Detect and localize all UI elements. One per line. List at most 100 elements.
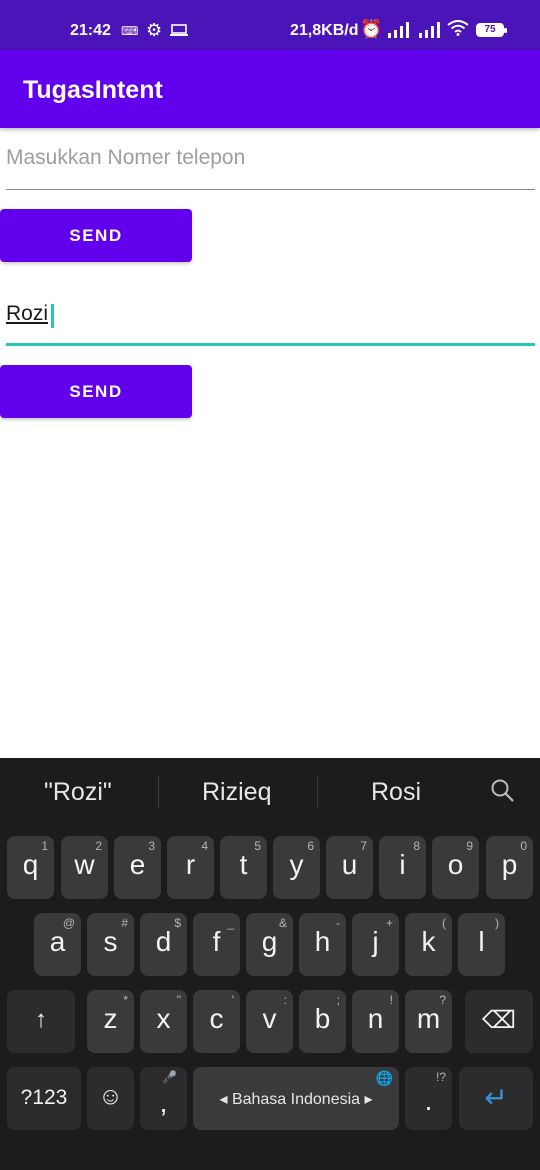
suggestion-2[interactable]: Rizieq <box>202 778 271 807</box>
app-bar: TugasIntent <box>0 50 540 128</box>
key-s[interactable]: # s <box>87 913 134 976</box>
key-label: d <box>155 926 172 957</box>
gear-icon: ⚙ <box>146 20 163 40</box>
key-label: q <box>22 849 39 880</box>
wifi-icon <box>447 20 469 36</box>
backspace-icon: ⌫ <box>482 1007 516 1034</box>
laptop-icon <box>170 24 188 36</box>
status-time: 21:42 <box>70 22 111 39</box>
key-label: f <box>212 926 221 957</box>
name-field[interactable]: Rozi <box>6 296 535 346</box>
key-label: w <box>74 849 95 880</box>
app-title: TugasIntent <box>23 76 163 104</box>
key-j[interactable]: + j <box>352 913 399 976</box>
name-text: Rozi <box>6 302 49 325</box>
screen: 21:42 ⌨ ⚙ 21,8KB/d ⏰ 75 TugasIntent Masu… <box>0 0 540 1170</box>
key-n[interactable]: ! n <box>352 990 399 1053</box>
name-field-value: Rozi <box>6 302 48 326</box>
space-key[interactable]: 🌐 ◂ Bahasa Indonesia ▸ <box>193 1067 399 1130</box>
key-t[interactable]: 5t <box>220 836 267 899</box>
suggestion-strip: "Rozi" Rizieq Rosi <box>0 758 540 826</box>
signal-icon <box>419 22 440 38</box>
key-b[interactable]: ; b <box>299 990 346 1053</box>
key-g[interactable]: & g <box>246 913 293 976</box>
suggestion-divider <box>158 776 159 808</box>
key-z[interactable]: * z <box>87 990 134 1053</box>
key-l[interactable]: ) l <box>458 913 505 976</box>
comma-key[interactable]: 🎤, <box>140 1067 187 1130</box>
suggestion-divider <box>317 776 318 808</box>
key-label: l <box>478 926 485 957</box>
key-label: s <box>103 926 118 957</box>
key-q[interactable]: 1q <box>7 836 54 899</box>
key-h[interactable]: -h <box>299 913 346 976</box>
key-x[interactable]: " x <box>140 990 187 1053</box>
phone-number-field[interactable]: Masukkan Nomer telepon <box>6 140 535 190</box>
shift-key[interactable]: ↑ <box>7 990 75 1053</box>
key-label: r <box>185 849 196 880</box>
send-phone-button[interactable]: SEND <box>0 209 192 262</box>
key-u[interactable]: 7u <box>326 836 373 899</box>
key-f[interactable]: _ f <box>193 913 240 976</box>
key-y[interactable]: 6y <box>273 836 320 899</box>
key-label: b <box>314 1003 331 1034</box>
key-e[interactable]: 3e <box>114 836 161 899</box>
key-label: e <box>129 849 146 880</box>
emoji-icon: ☺ <box>98 1083 123 1110</box>
suggestion-3[interactable]: Rosi <box>371 778 421 807</box>
text-cursor <box>51 304 54 328</box>
symbols-key[interactable]: ?123 <box>7 1067 81 1130</box>
signal-icon <box>388 22 409 38</box>
status-bar: 21:42 ⌨ ⚙ 21,8KB/d ⏰ 75 <box>0 0 540 50</box>
send-name-button[interactable]: SEND <box>0 365 192 418</box>
key-label: i <box>399 849 406 880</box>
key-i[interactable]: 8i <box>379 836 426 899</box>
key-k[interactable]: (k <box>405 913 452 976</box>
key-label: n <box>367 1003 384 1034</box>
space-label: ◂ Bahasa Indonesia ▸ <box>219 1091 373 1108</box>
keyboard-icon: ⌨ <box>121 24 139 38</box>
key-label: m <box>416 1003 441 1034</box>
name-field-underline <box>6 343 535 346</box>
phone-field-underline <box>6 189 535 190</box>
comma-label: , <box>159 1087 168 1118</box>
key-d[interactable]: $ d <box>140 913 187 976</box>
search-icon[interactable] <box>490 778 516 804</box>
emoji-key[interactable]: ☺ <box>87 1067 134 1130</box>
key-label: t <box>239 849 248 880</box>
globe-icon: 🌐 <box>375 1070 393 1086</box>
key-label: z <box>103 1003 118 1034</box>
period-key[interactable]: !?. <box>405 1067 452 1130</box>
shift-icon: ↑ <box>35 1006 47 1033</box>
key-label: a <box>49 926 66 957</box>
network-speed: 21,8KB/d <box>290 22 359 39</box>
key-m[interactable]: ? m <box>405 990 452 1053</box>
language-name: Bahasa Indonesia <box>231 1091 361 1108</box>
phone-number-placeholder: Masukkan Nomer telepon <box>6 146 246 169</box>
key-label: y <box>289 849 304 880</box>
backspace-key[interactable]: ⌫ <box>465 990 533 1053</box>
key-label: x <box>156 1003 171 1034</box>
suggestion-1[interactable]: "Rozi" <box>44 778 112 807</box>
key-r[interactable]: 4r <box>167 836 214 899</box>
alarm-icon: ⏰ <box>360 19 383 39</box>
key-v[interactable]: :v <box>246 990 293 1053</box>
key-label: g <box>261 926 278 957</box>
key-label: h <box>314 926 331 957</box>
key-o[interactable]: 9o <box>432 836 479 899</box>
battery-icon: 75 <box>476 23 507 37</box>
period-hint: !? <box>435 1070 446 1084</box>
enter-key[interactable]: ↵ <box>459 1067 533 1130</box>
symbols-label: ?123 <box>20 1086 68 1109</box>
key-label: v <box>262 1003 277 1034</box>
key-w[interactable]: 2w <box>61 836 108 899</box>
soft-keyboard: "Rozi" Rizieq Rosi 1q 2w 3e 4r 5t 6y 7u … <box>0 758 540 1170</box>
key-label: u <box>341 849 358 880</box>
period-label: . <box>424 1085 433 1116</box>
key-label: o <box>447 849 464 880</box>
enter-icon: ↵ <box>484 1082 508 1113</box>
key-p[interactable]: 0p <box>486 836 533 899</box>
key-c[interactable]: ' c <box>193 990 240 1053</box>
key-label: c <box>209 1003 224 1034</box>
key-a[interactable]: @ a <box>34 913 81 976</box>
